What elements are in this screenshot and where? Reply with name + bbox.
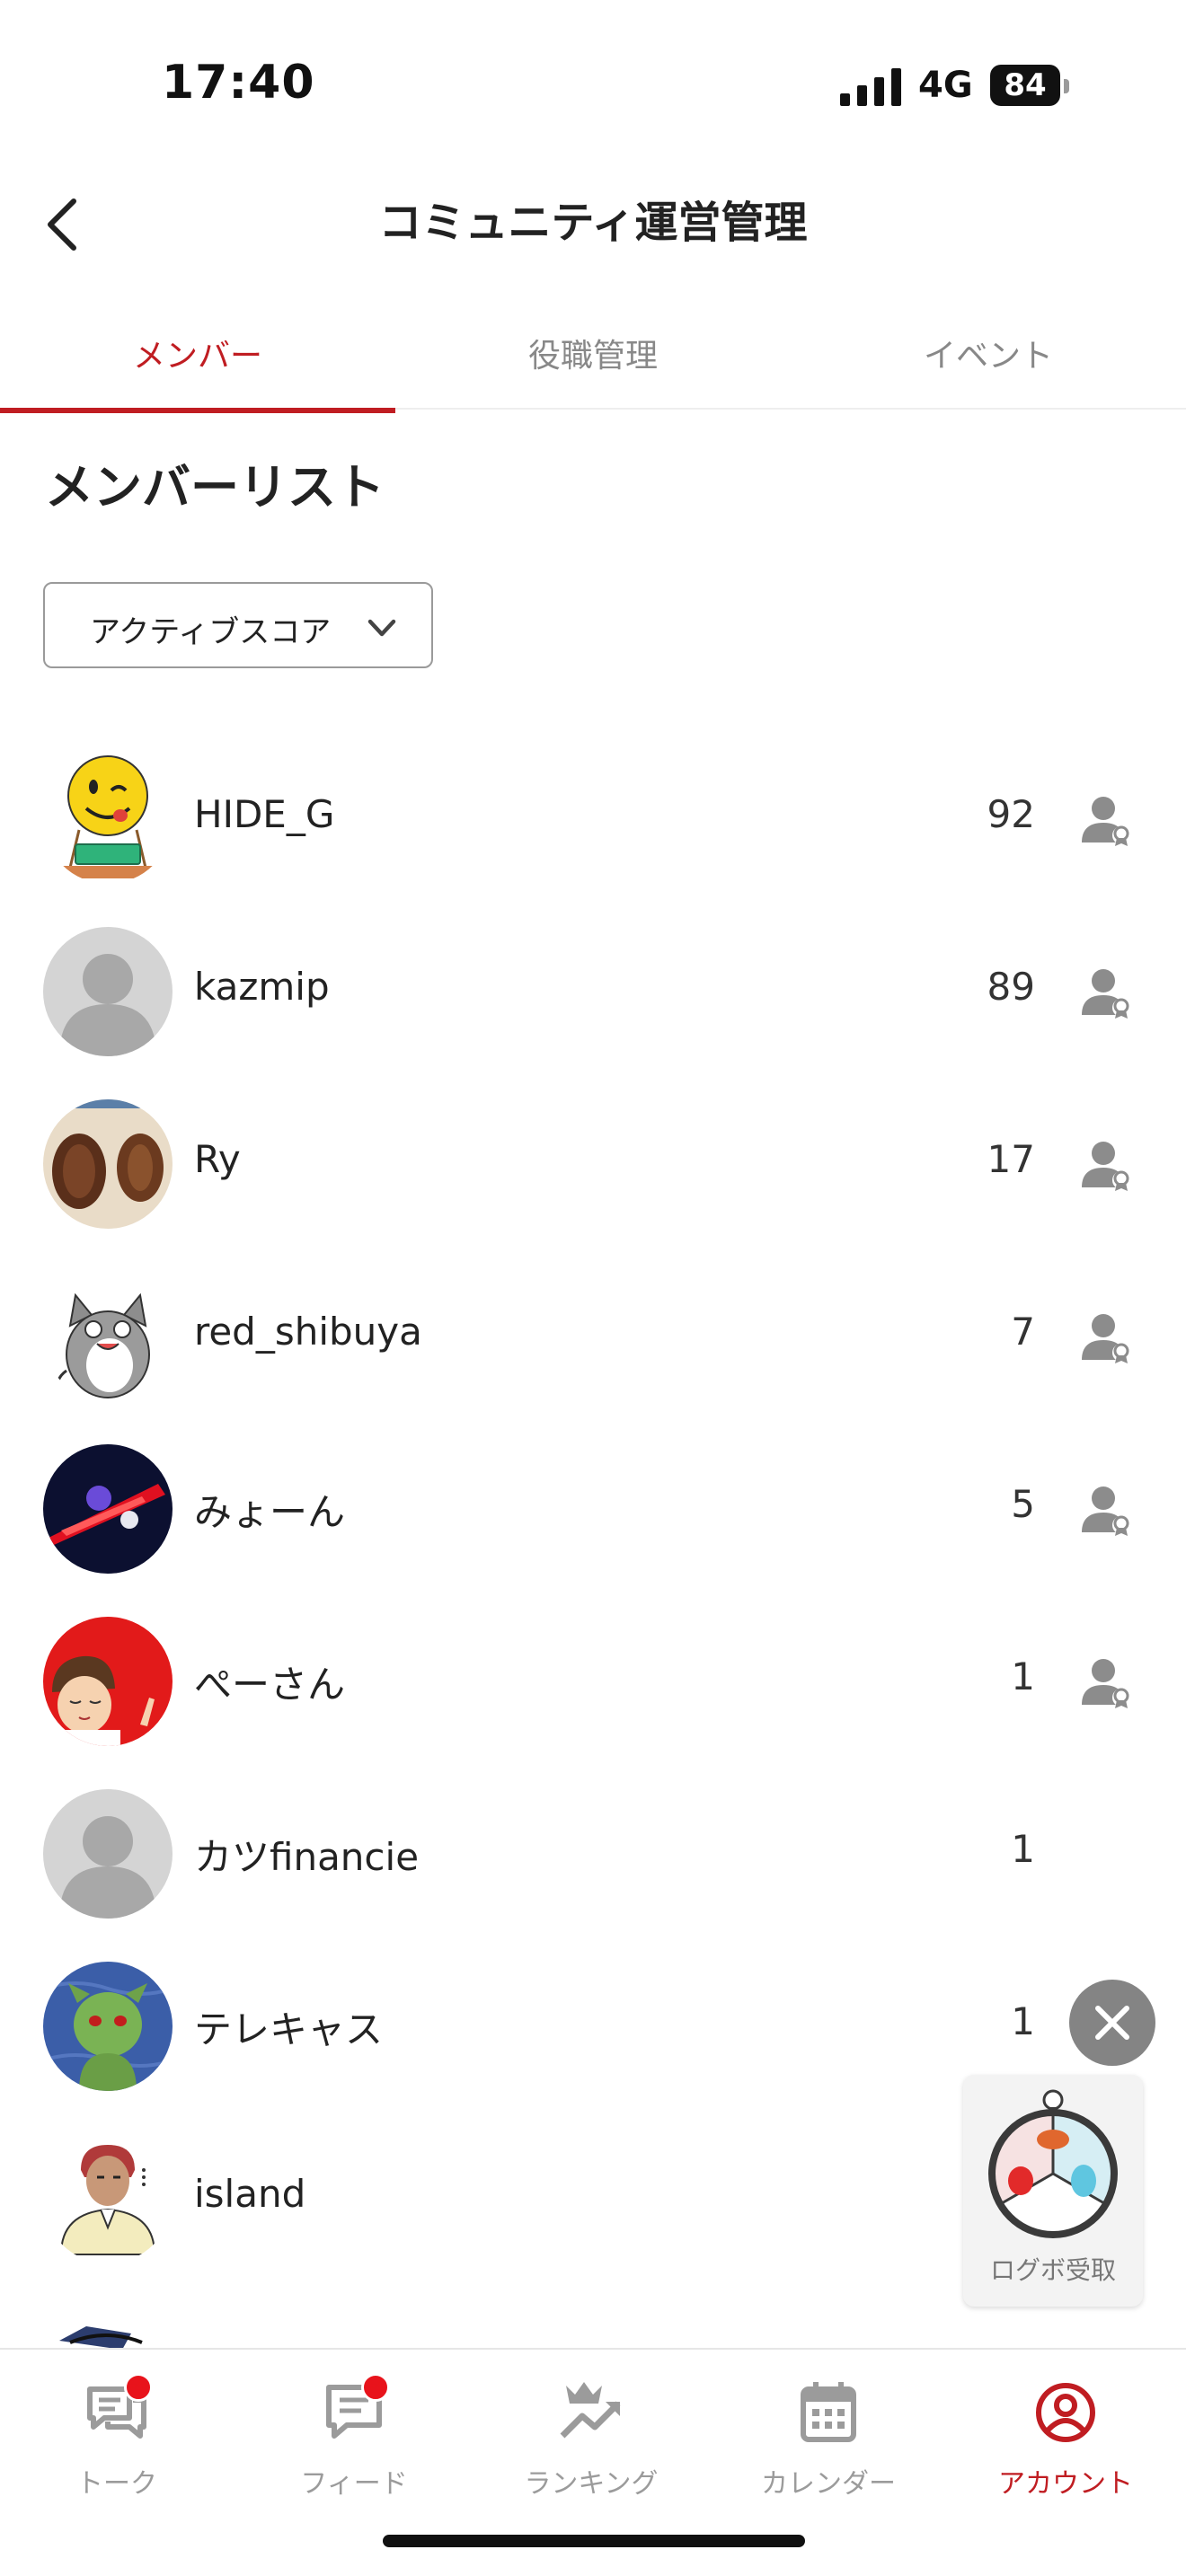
nav-calendar[interactable]: カレンダー — [739, 2377, 918, 2502]
member-name: カツfinancie — [194, 1835, 420, 1879]
tab-indicator — [0, 408, 395, 413]
status-time: 17:40 — [162, 56, 315, 110]
home-indicator — [383, 2535, 805, 2547]
role-badge-icon[interactable] — [1078, 792, 1136, 850]
avatar — [43, 1272, 173, 1401]
status-bar: 17:40 4G 84 — [0, 0, 1186, 171]
member-name: island — [194, 2172, 306, 2216]
role-badge-icon[interactable] — [1078, 1482, 1136, 1539]
tab-label: イベント — [923, 338, 1053, 375]
role-badge-icon[interactable] — [1078, 1310, 1136, 1367]
battery-icon: 84 — [990, 65, 1069, 108]
tab-members[interactable]: メンバー — [0, 296, 395, 413]
member-row[interactable]: HIDE_G 92 — [0, 733, 1186, 905]
avatar — [43, 1444, 173, 1574]
avatar — [43, 2134, 173, 2263]
notification-badge — [124, 2373, 153, 2402]
nav-talk[interactable]: トーク — [27, 2373, 207, 2502]
nav-label: トーク — [76, 2468, 157, 2500]
nav-label: ランキング — [524, 2468, 659, 2500]
member-score: 17 — [987, 1137, 1035, 1181]
nav-label: カレンダー — [761, 2468, 896, 2500]
login-bonus-label: ログボ受取 — [989, 2255, 1116, 2285]
member-name: ぺーさん — [194, 1663, 346, 1707]
battery-level: 84 — [1004, 67, 1047, 103]
member-name: red_shibuya — [194, 1310, 422, 1354]
role-badge-icon[interactable] — [1078, 1137, 1136, 1195]
member-score: 1 — [1011, 1999, 1035, 2043]
nav-ranking[interactable]: ランキング — [501, 2377, 681, 2502]
member-score: 7 — [1011, 1310, 1035, 1354]
page-title: コミュニティ運営管理 — [378, 198, 808, 248]
nav-label: アカウント — [998, 2468, 1133, 2500]
header: コミュニティ運営管理 — [0, 171, 1186, 287]
tab-label: 役職管理 — [527, 338, 658, 375]
nav-account[interactable]: アカウント — [976, 2377, 1155, 2502]
avatar — [43, 1789, 173, 1919]
roulette-wheel-icon — [988, 2089, 1118, 2238]
account-icon — [1036, 2383, 1095, 2442]
member-name: テレキャス — [194, 2007, 384, 2051]
member-score: 1 — [1011, 1827, 1035, 1871]
calendar-icon — [801, 2382, 856, 2442]
member-score: 92 — [987, 792, 1035, 836]
tab-events[interactable]: イベント — [791, 296, 1186, 410]
member-score: 5 — [1011, 1482, 1035, 1526]
ranking-icon — [560, 2382, 621, 2439]
avatar — [43, 1962, 173, 2091]
avatar — [43, 1617, 173, 1746]
member-name: HIDE_G — [194, 792, 335, 836]
member-row[interactable]: みょーん 5 — [0, 1423, 1186, 1595]
sort-selected-value: アクティブスコア — [90, 614, 332, 650]
member-name: Ry — [194, 1137, 241, 1181]
avatar — [43, 927, 173, 1056]
avatar — [43, 1099, 173, 1229]
member-row[interactable]: red_shibuya 7 — [0, 1250, 1186, 1423]
login-bonus-card[interactable]: ログボ受取 — [963, 2075, 1143, 2307]
tab-roles[interactable]: 役職管理 — [395, 296, 791, 410]
chevron-down-icon — [367, 619, 396, 637]
member-row[interactable]: Ry 17 — [0, 1078, 1186, 1250]
avatar — [43, 2307, 173, 2350]
member-row[interactable]: kazmip 89 — [0, 905, 1186, 1078]
role-badge-icon[interactable] — [1078, 965, 1136, 1022]
member-row[interactable]: ぺーさん 1 — [0, 1595, 1186, 1768]
nav-feed[interactable]: フィード — [264, 2373, 444, 2502]
signal-icon — [840, 68, 901, 106]
close-icon — [1095, 2006, 1129, 2040]
role-badge-icon[interactable] — [1078, 1654, 1136, 1712]
member-score: 89 — [987, 965, 1035, 1009]
member-name: みょーん — [194, 1490, 346, 1534]
network-type: 4G — [918, 65, 973, 106]
sort-dropdown[interactable]: アクティブスコア — [43, 582, 433, 668]
member-score: 1 — [1011, 1654, 1035, 1698]
notification-badge — [361, 2373, 390, 2402]
member-name: kazmip — [194, 965, 330, 1009]
member-row[interactable]: カツfinancie 1 — [0, 1768, 1186, 1940]
close-button[interactable] — [1069, 1980, 1155, 2066]
tab-label: メンバー — [132, 338, 262, 375]
avatar — [43, 754, 173, 884]
nav-label: フィード — [300, 2468, 408, 2500]
tab-bar: メンバー 役職管理 イベント — [0, 296, 1186, 413]
section-title: メンバーリスト — [45, 459, 385, 516]
app-screen: 17:40 4G 84 コミュニティ運営管理 メンバー 役職管理 イベント メン… — [0, 0, 1186, 2576]
